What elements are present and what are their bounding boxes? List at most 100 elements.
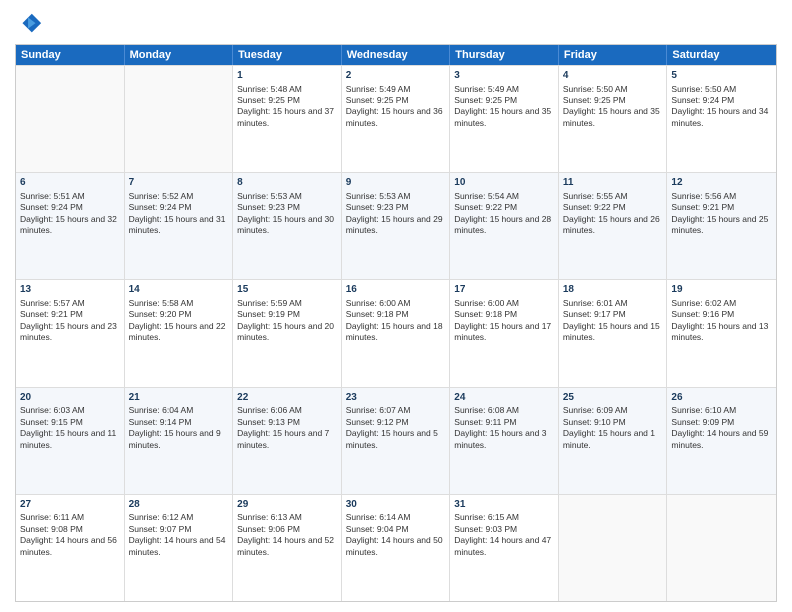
day-info-line: Sunrise: 6:14 AM (346, 512, 446, 523)
calendar-body: 1Sunrise: 5:48 AMSunset: 9:25 PMDaylight… (16, 65, 776, 601)
calendar-header-cell: Wednesday (342, 45, 451, 65)
calendar-day-cell: 17Sunrise: 6:00 AMSunset: 9:18 PMDayligh… (450, 280, 559, 386)
day-info-line: Daylight: 15 hours and 15 minutes. (563, 321, 663, 344)
day-info-line: Sunrise: 5:50 AM (563, 84, 663, 95)
day-info-line: Sunrise: 5:49 AM (346, 84, 446, 95)
day-info-line: Daylight: 14 hours and 56 minutes. (20, 535, 120, 558)
day-info-line: Sunrise: 6:09 AM (563, 405, 663, 416)
day-number: 30 (346, 498, 446, 512)
calendar-row: 20Sunrise: 6:03 AMSunset: 9:15 PMDayligh… (16, 387, 776, 494)
day-info-line: Daylight: 14 hours and 54 minutes. (129, 535, 229, 558)
calendar-day-cell: 21Sunrise: 6:04 AMSunset: 9:14 PMDayligh… (125, 388, 234, 494)
day-number: 25 (563, 391, 663, 405)
day-info-line: Daylight: 15 hours and 26 minutes. (563, 214, 663, 237)
calendar-header-cell: Friday (559, 45, 668, 65)
calendar-row: 27Sunrise: 6:11 AMSunset: 9:08 PMDayligh… (16, 494, 776, 601)
calendar-header-cell: Thursday (450, 45, 559, 65)
calendar-day-cell: 18Sunrise: 6:01 AMSunset: 9:17 PMDayligh… (559, 280, 668, 386)
day-info-line: Sunset: 9:13 PM (237, 417, 337, 428)
day-info-line: Daylight: 15 hours and 31 minutes. (129, 214, 229, 237)
calendar-empty-cell (16, 66, 125, 172)
day-info-line: Sunset: 9:22 PM (563, 202, 663, 213)
day-info-line: Sunset: 9:24 PM (129, 202, 229, 213)
day-info-line: Sunrise: 6:08 AM (454, 405, 554, 416)
day-number: 4 (563, 69, 663, 83)
day-info-line: Daylight: 15 hours and 25 minutes. (671, 214, 772, 237)
calendar-day-cell: 22Sunrise: 6:06 AMSunset: 9:13 PMDayligh… (233, 388, 342, 494)
page: SundayMondayTuesdayWednesdayThursdayFrid… (0, 0, 792, 612)
logo-icon (15, 10, 43, 38)
day-number: 7 (129, 176, 229, 190)
day-info-line: Sunset: 9:08 PM (20, 524, 120, 535)
day-info-line: Sunrise: 6:01 AM (563, 298, 663, 309)
day-info-line: Sunset: 9:19 PM (237, 309, 337, 320)
calendar-header-cell: Tuesday (233, 45, 342, 65)
calendar-day-cell: 26Sunrise: 6:10 AMSunset: 9:09 PMDayligh… (667, 388, 776, 494)
day-number: 3 (454, 69, 554, 83)
day-info-line: Sunset: 9:23 PM (237, 202, 337, 213)
day-info-line: Sunset: 9:18 PM (346, 309, 446, 320)
day-info-line: Daylight: 15 hours and 29 minutes. (346, 214, 446, 237)
day-info-line: Sunset: 9:09 PM (671, 417, 772, 428)
day-info-line: Daylight: 14 hours and 52 minutes. (237, 535, 337, 558)
day-number: 11 (563, 176, 663, 190)
day-info-line: Sunset: 9:17 PM (563, 309, 663, 320)
day-info-line: Sunset: 9:07 PM (129, 524, 229, 535)
day-info-line: Sunrise: 6:15 AM (454, 512, 554, 523)
day-number: 26 (671, 391, 772, 405)
day-info-line: Sunrise: 6:04 AM (129, 405, 229, 416)
day-info-line: Daylight: 14 hours and 47 minutes. (454, 535, 554, 558)
calendar-row: 13Sunrise: 5:57 AMSunset: 9:21 PMDayligh… (16, 279, 776, 386)
calendar-day-cell: 20Sunrise: 6:03 AMSunset: 9:15 PMDayligh… (16, 388, 125, 494)
day-number: 24 (454, 391, 554, 405)
day-info-line: Sunrise: 5:49 AM (454, 84, 554, 95)
day-number: 21 (129, 391, 229, 405)
day-number: 8 (237, 176, 337, 190)
calendar-day-cell: 11Sunrise: 5:55 AMSunset: 9:22 PMDayligh… (559, 173, 668, 279)
day-info-line: Sunset: 9:06 PM (237, 524, 337, 535)
day-info-line: Daylight: 14 hours and 50 minutes. (346, 535, 446, 558)
calendar-day-cell: 7Sunrise: 5:52 AMSunset: 9:24 PMDaylight… (125, 173, 234, 279)
calendar-day-cell: 8Sunrise: 5:53 AMSunset: 9:23 PMDaylight… (233, 173, 342, 279)
day-info-line: Sunset: 9:10 PM (563, 417, 663, 428)
calendar-day-cell: 23Sunrise: 6:07 AMSunset: 9:12 PMDayligh… (342, 388, 451, 494)
calendar-day-cell: 6Sunrise: 5:51 AMSunset: 9:24 PMDaylight… (16, 173, 125, 279)
calendar-header-cell: Sunday (16, 45, 125, 65)
day-info-line: Daylight: 15 hours and 35 minutes. (563, 106, 663, 129)
calendar-day-cell: 4Sunrise: 5:50 AMSunset: 9:25 PMDaylight… (559, 66, 668, 172)
calendar-empty-cell (667, 495, 776, 601)
day-info-line: Sunset: 9:03 PM (454, 524, 554, 535)
day-number: 16 (346, 283, 446, 297)
day-info-line: Sunset: 9:20 PM (129, 309, 229, 320)
day-number: 20 (20, 391, 120, 405)
day-info-line: Daylight: 15 hours and 5 minutes. (346, 428, 446, 451)
day-info-line: Daylight: 15 hours and 22 minutes. (129, 321, 229, 344)
day-number: 18 (563, 283, 663, 297)
day-info-line: Sunrise: 6:00 AM (454, 298, 554, 309)
day-info-line: Sunset: 9:23 PM (346, 202, 446, 213)
day-info-line: Sunrise: 6:13 AM (237, 512, 337, 523)
day-number: 10 (454, 176, 554, 190)
day-info-line: Sunset: 9:11 PM (454, 417, 554, 428)
day-number: 17 (454, 283, 554, 297)
day-info-line: Daylight: 15 hours and 20 minutes. (237, 321, 337, 344)
day-info-line: Daylight: 15 hours and 18 minutes. (346, 321, 446, 344)
day-number: 9 (346, 176, 446, 190)
day-info-line: Sunrise: 6:12 AM (129, 512, 229, 523)
day-info-line: Daylight: 15 hours and 30 minutes. (237, 214, 337, 237)
calendar-header-cell: Monday (125, 45, 234, 65)
day-info-line: Sunrise: 6:10 AM (671, 405, 772, 416)
day-info-line: Daylight: 15 hours and 17 minutes. (454, 321, 554, 344)
day-info-line: Sunrise: 5:56 AM (671, 191, 772, 202)
calendar-day-cell: 30Sunrise: 6:14 AMSunset: 9:04 PMDayligh… (342, 495, 451, 601)
day-info-line: Sunrise: 6:11 AM (20, 512, 120, 523)
day-number: 15 (237, 283, 337, 297)
calendar-day-cell: 29Sunrise: 6:13 AMSunset: 9:06 PMDayligh… (233, 495, 342, 601)
day-info-line: Sunset: 9:24 PM (671, 95, 772, 106)
day-number: 23 (346, 391, 446, 405)
day-info-line: Sunrise: 6:02 AM (671, 298, 772, 309)
day-info-line: Daylight: 15 hours and 28 minutes. (454, 214, 554, 237)
day-info-line: Sunrise: 5:52 AM (129, 191, 229, 202)
calendar-day-cell: 5Sunrise: 5:50 AMSunset: 9:24 PMDaylight… (667, 66, 776, 172)
logo (15, 10, 47, 38)
